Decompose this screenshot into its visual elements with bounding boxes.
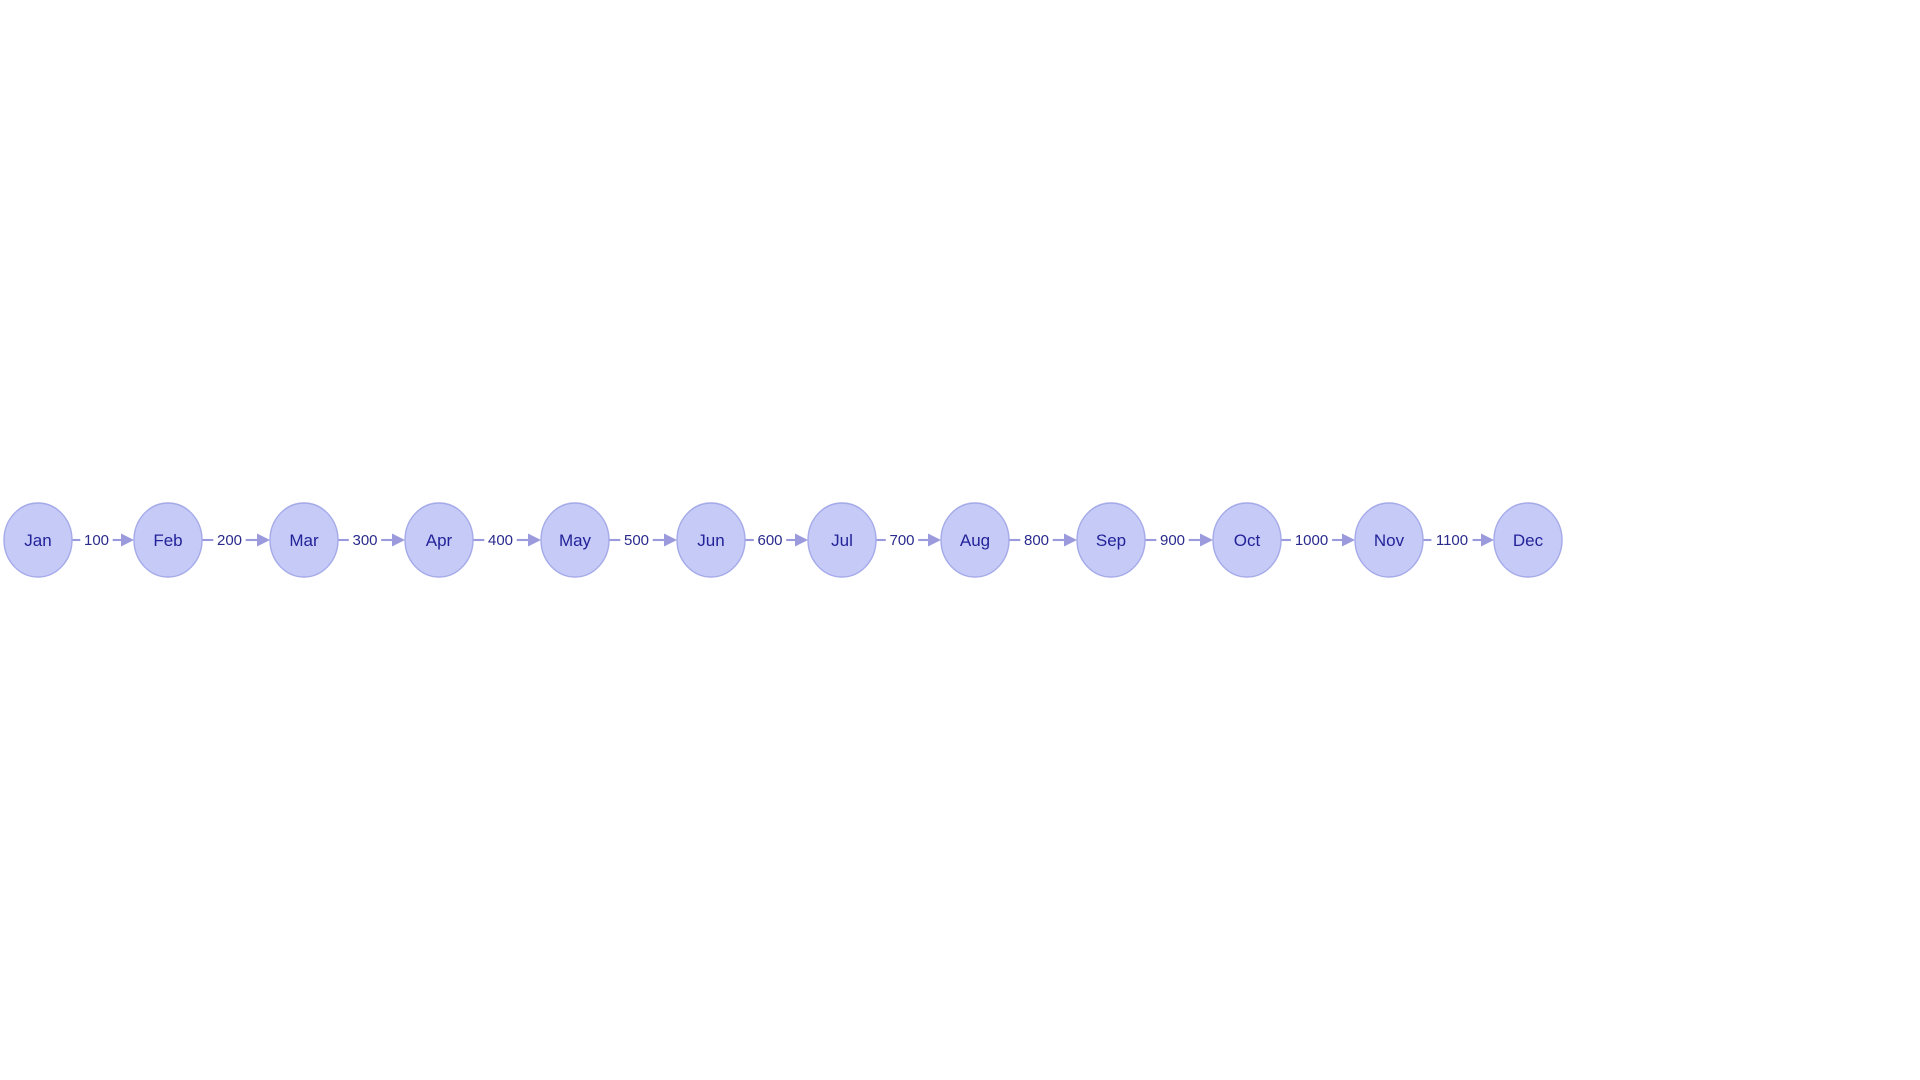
node-label: Feb xyxy=(153,531,182,550)
edge-arrowhead-icon xyxy=(1342,533,1355,547)
node-label: Oct xyxy=(1234,531,1261,550)
node-oct[interactable]: Oct xyxy=(1212,502,1282,578)
node-may[interactable]: May xyxy=(540,502,610,578)
node-label: Apr xyxy=(426,531,453,550)
node-label: May xyxy=(559,531,592,550)
edge-label: 500 xyxy=(624,532,649,549)
node-label: Jul xyxy=(831,531,853,550)
edge-label: 100 xyxy=(84,532,109,549)
edge-arrowhead-icon xyxy=(664,533,677,547)
node-apr[interactable]: Apr xyxy=(404,502,474,578)
edge-may-to-jun[interactable]: 500 xyxy=(609,532,677,549)
node-sep[interactable]: Sep xyxy=(1076,502,1146,578)
edge-arrowhead-icon xyxy=(1200,533,1213,547)
edge-label: 1000 xyxy=(1295,532,1328,549)
edge-arrowhead-icon xyxy=(528,533,541,547)
edge-arrowhead-icon xyxy=(795,533,808,547)
node-jul[interactable]: Jul xyxy=(807,502,877,578)
edge-jan-to-feb[interactable]: 100 xyxy=(72,532,134,549)
edge-oct-to-nov[interactable]: 1000 xyxy=(1281,532,1355,549)
node-label: Sep xyxy=(1096,531,1126,550)
node-label: Nov xyxy=(1374,531,1405,550)
edge-label: 700 xyxy=(889,532,914,549)
edge-label: 900 xyxy=(1160,532,1185,549)
edge-label: 400 xyxy=(488,532,513,549)
edge-label: 800 xyxy=(1024,532,1049,549)
node-nov[interactable]: Nov xyxy=(1354,502,1424,578)
node-label: Aug xyxy=(960,531,990,550)
edge-jul-to-aug[interactable]: 700 xyxy=(876,532,941,549)
edge-nov-to-dec[interactable]: 1100 xyxy=(1423,532,1494,549)
edge-label: 300 xyxy=(352,532,377,549)
edge-aug-to-sep[interactable]: 800 xyxy=(1009,532,1077,549)
node-aug[interactable]: Aug xyxy=(940,502,1010,578)
edge-arrowhead-icon xyxy=(121,533,134,547)
node-feb[interactable]: Feb xyxy=(133,502,203,578)
edge-feb-to-mar[interactable]: 200 xyxy=(202,532,270,549)
edge-sep-to-oct[interactable]: 900 xyxy=(1145,532,1213,549)
node-label: Mar xyxy=(289,531,319,550)
node-label: Dec xyxy=(1513,531,1544,550)
edge-arrowhead-icon xyxy=(928,533,941,547)
edge-label: 600 xyxy=(757,532,782,549)
node-mar[interactable]: Mar xyxy=(269,502,339,578)
node-dec[interactable]: Dec xyxy=(1493,502,1563,578)
edge-arrowhead-icon xyxy=(1064,533,1077,547)
node-label: Jun xyxy=(697,531,724,550)
edge-arrowhead-icon xyxy=(1481,533,1494,547)
node-label: Jan xyxy=(24,531,51,550)
edge-jun-to-jul[interactable]: 600 xyxy=(745,532,808,549)
edge-label: 200 xyxy=(217,532,242,549)
node-jun[interactable]: Jun xyxy=(676,502,746,578)
flowchart-svg: 100 200 300 400 500 600 700 800 900 1000 1100 Jan F… xyxy=(3,502,1563,578)
edge-arrowhead-icon xyxy=(257,533,270,547)
node-jan[interactable]: Jan xyxy=(3,502,73,578)
edge-apr-to-may[interactable]: 400 xyxy=(473,532,541,549)
edge-mar-to-apr[interactable]: 300 xyxy=(338,532,405,549)
edge-arrowhead-icon xyxy=(392,533,405,547)
diagram-canvas: 100 200 300 400 500 600 700 800 900 1000 1100 Jan F… xyxy=(0,0,1920,1080)
edge-label: 1100 xyxy=(1436,532,1468,549)
